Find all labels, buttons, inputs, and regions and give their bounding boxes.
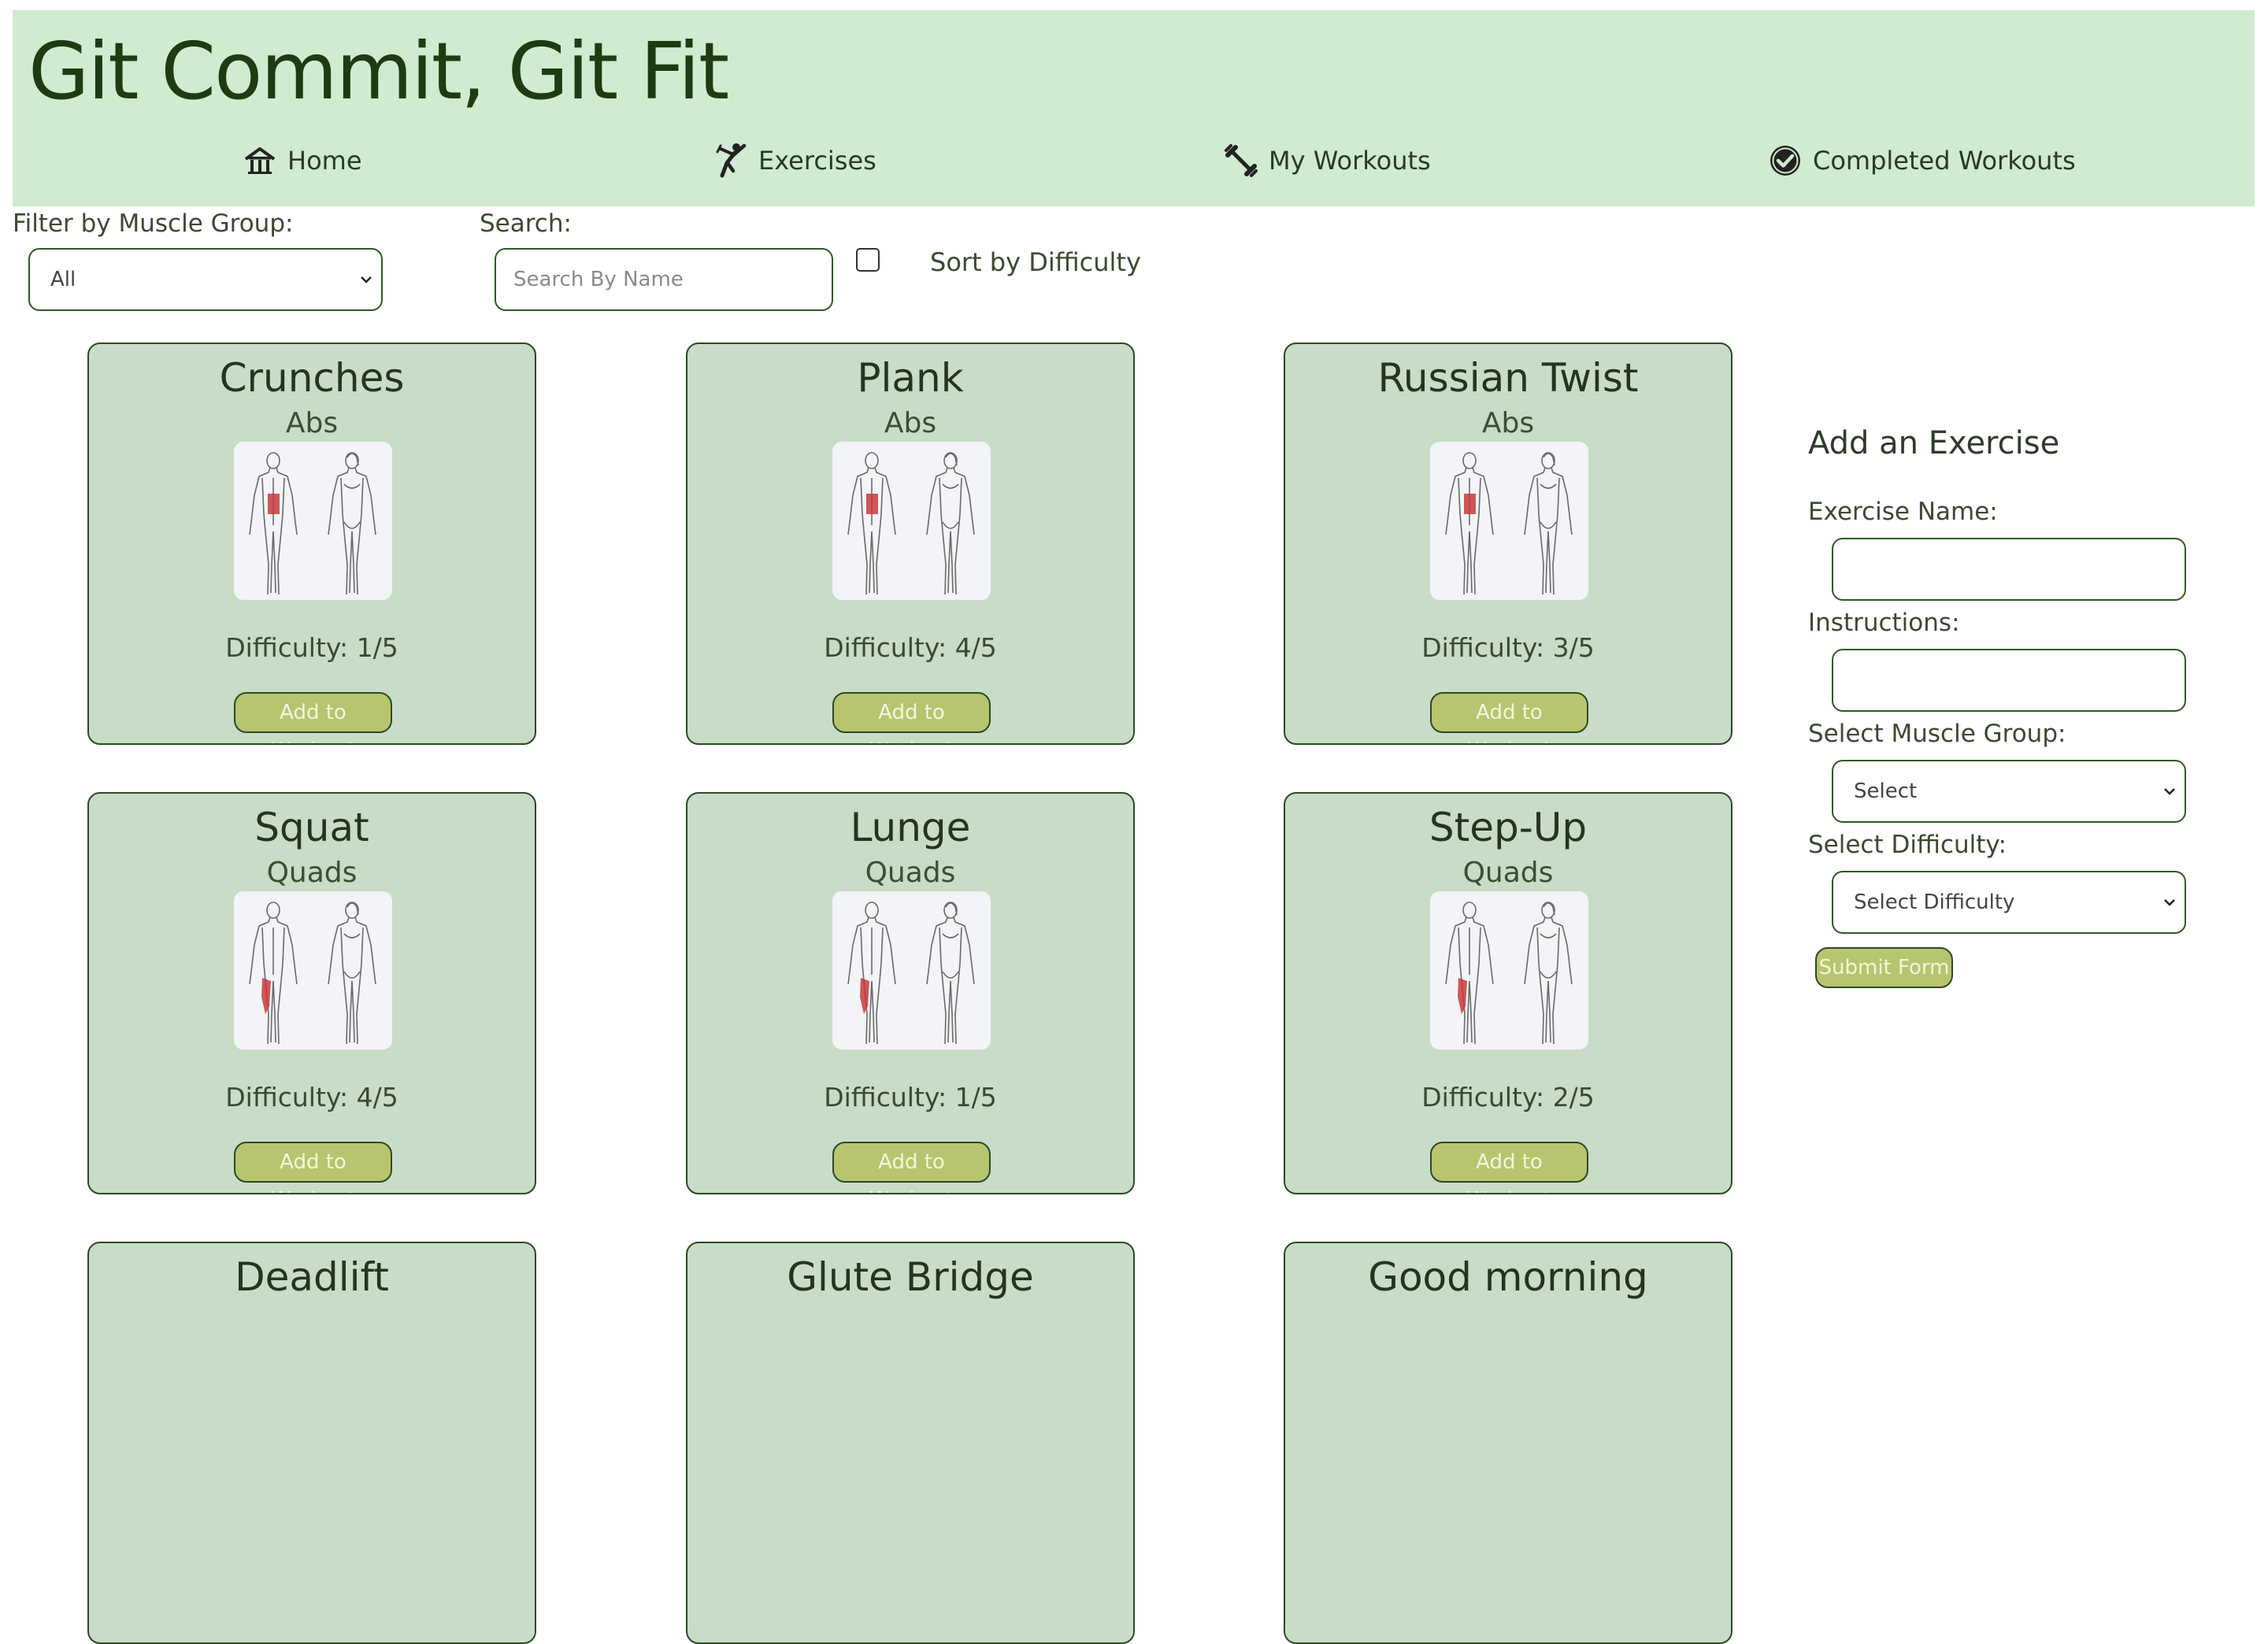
nav-completed-workouts[interactable]: Completed Workouts (1769, 141, 2076, 180)
chevron-down-icon (361, 276, 372, 283)
exercise-difficulty: Difficulty: 1/5 (225, 632, 398, 663)
exercise-difficulty: Difficulty: 4/5 (824, 632, 997, 663)
app-title: Git Commit, Git Fit (28, 25, 729, 117)
add-to-workout-button[interactable]: Add to Workout (234, 692, 392, 743)
select-difficulty[interactable]: Select Difficulty (1832, 871, 2186, 934)
exercise-card: Lunge Quads Difficulty: 1/5 Add to Workout (686, 792, 1135, 1194)
exercise-name-input[interactable] (1832, 538, 2186, 601)
nav-my-workouts[interactable]: My Workouts (1225, 141, 1431, 180)
exercise-name-label: Exercise Name: (1808, 498, 1998, 526)
exercise-card: Plank Abs Difficulty: 4/5 Add to Workout (686, 342, 1135, 745)
search-input[interactable]: Search By Name (495, 248, 833, 311)
add-to-workout-button[interactable]: Add to Workout (832, 1142, 991, 1193)
exercise-difficulty: Difficulty: 1/5 (824, 1082, 997, 1113)
muscle-diagram (832, 442, 991, 600)
select-muscle-label: Select Muscle Group: (1808, 720, 2066, 748)
exercise-name: Step-Up (1429, 805, 1588, 850)
muscle-filter-value: All (50, 268, 76, 291)
app-header: Git Commit, Git Fit Home Exercises My Wo… (13, 10, 2255, 206)
exercise-card: Deadlift (87, 1242, 536, 1644)
exercise-name: Good morning (1368, 1254, 1648, 1300)
chevron-down-icon (2164, 788, 2175, 795)
select-muscle-value: Select (1854, 779, 1918, 803)
exercise-name: Crunches (219, 355, 405, 401)
add-to-workout-button[interactable]: Add to Workout (234, 1142, 392, 1193)
exercise-difficulty: Difficulty: 3/5 (1421, 632, 1595, 663)
nav-my-workouts-label: My Workouts (1269, 146, 1431, 176)
instructions-input[interactable] (1832, 649, 2186, 712)
exercise-muscle-group: Abs (1481, 407, 1535, 439)
nav-exercises[interactable]: Exercises (716, 141, 876, 180)
select-difficulty-label: Select Difficulty: (1808, 831, 2007, 859)
muscle-diagram (234, 442, 392, 600)
exercise-muscle-group: Quads (865, 857, 956, 889)
add-to-workout-button[interactable]: Add to Workout (1430, 1142, 1588, 1193)
exercise-muscle-group: Abs (285, 407, 339, 439)
exercise-name: Glute Bridge (787, 1254, 1034, 1300)
nav-exercises-label: Exercises (758, 146, 876, 176)
exercise-card: Glute Bridge (686, 1242, 1135, 1644)
nav-home-label: Home (287, 146, 362, 176)
exercise-muscle-group: Quads (266, 857, 358, 889)
sort-difficulty-label: Sort by Difficulty (930, 247, 1141, 277)
exercise-name: Plank (857, 355, 964, 401)
exercise-card: Step-Up Quads Difficulty: 2/5 Add to Workou… (1284, 792, 1732, 1194)
exercise-muscle-group: Quads (1462, 857, 1554, 889)
exercise-name: Lunge (850, 805, 971, 850)
check-circle-icon (1770, 146, 1800, 176)
add-to-workout-button[interactable]: Add to Workout (832, 692, 991, 743)
muscle-filter-select[interactable]: All (28, 248, 383, 311)
exercise-card: Crunches Abs Difficulty: 1/5 Add to Workout (87, 342, 536, 745)
exercise-difficulty: Difficulty: 4/5 (225, 1082, 398, 1113)
muscle-filter-label: Filter by Muscle Group: (13, 209, 294, 238)
select-difficulty-value: Select Difficulty (1854, 890, 2015, 914)
exercise-name: Russian Twist (1377, 355, 1639, 401)
nav-completed-label: Completed Workouts (1813, 146, 2076, 176)
exercise-muscle-group: Abs (884, 407, 937, 439)
select-muscle-group[interactable]: Select (1832, 760, 2186, 823)
dumbbell-icon (1225, 144, 1258, 177)
exercise-name: Deadlift (235, 1254, 389, 1300)
sort-difficulty-checkbox[interactable] (856, 248, 880, 272)
muscle-diagram (832, 891, 991, 1050)
exercise-card: Squat Quads Difficulty: 4/5 Add to Workout (87, 792, 536, 1194)
house-icon (244, 147, 276, 174)
instructions-label: Instructions: (1808, 609, 1960, 637)
muscle-diagram (234, 891, 392, 1050)
search-label: Search: (480, 209, 572, 238)
exercise-name: Squat (254, 805, 369, 850)
nav-home[interactable]: Home (243, 141, 362, 180)
martial-arts-icon (716, 143, 747, 178)
add-exercise-title: Add an Exercise (1808, 425, 2060, 461)
search-placeholder: Search By Name (513, 268, 684, 291)
muscle-diagram (1430, 891, 1588, 1050)
add-to-workout-button[interactable]: Add to Workout (1430, 692, 1588, 743)
exercise-card: Good morning (1284, 1242, 1732, 1644)
exercise-card: Russian Twist Abs Difficulty: 3/5 Add to Wo… (1284, 342, 1732, 745)
exercise-difficulty: Difficulty: 2/5 (1421, 1082, 1595, 1113)
muscle-diagram (1430, 442, 1588, 600)
chevron-down-icon (2164, 899, 2175, 906)
submit-form-button[interactable]: Submit Form (1815, 947, 1953, 988)
